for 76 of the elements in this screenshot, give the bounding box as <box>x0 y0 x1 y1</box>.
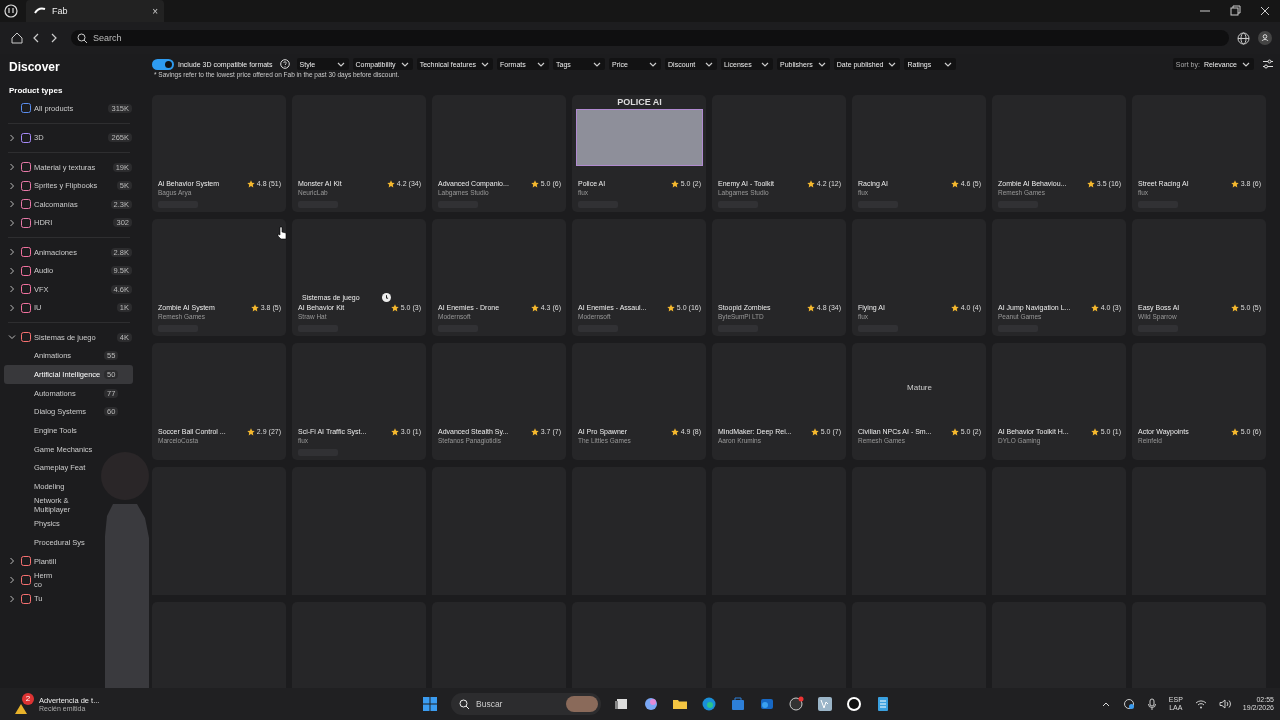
star-icon <box>246 427 255 436</box>
star-icon <box>806 303 815 312</box>
star-icon <box>390 303 399 312</box>
search-icon <box>77 33 88 44</box>
star-icon <box>530 303 539 312</box>
image-caption: POLICE AI <box>617 96 662 107</box>
star-icon <box>1090 427 1099 436</box>
app-logo-icon[interactable] <box>4 4 18 18</box>
tab-title: Fab <box>52 6 69 16</box>
chevron-down-icon <box>760 60 771 68</box>
info-icon <box>381 293 391 302</box>
star-icon <box>950 303 959 312</box>
toggle-switch[interactable] <box>152 58 174 70</box>
star-icon <box>1086 179 1095 188</box>
chevron-down-icon <box>536 60 547 68</box>
notepad-icon[interactable] <box>875 696 891 712</box>
star-icon <box>530 179 539 188</box>
chevron-down-icon <box>704 60 715 68</box>
search-icon <box>459 698 470 710</box>
star-icon <box>1090 303 1099 312</box>
chevron-down-icon <box>816 60 827 68</box>
user-icon[interactable] <box>1258 31 1272 45</box>
star-icon <box>950 427 959 436</box>
copilot-icon[interactable] <box>643 696 659 712</box>
windows-start-icon[interactable] <box>422 696 438 712</box>
chevron-down-icon <box>887 60 898 68</box>
search-highlight-picture <box>566 696 598 712</box>
chevron-down-icon <box>399 60 410 68</box>
chevron-down-icon <box>1241 60 1251 68</box>
editor-icon[interactable] <box>817 696 833 712</box>
star-icon <box>246 179 255 188</box>
forward-icon[interactable] <box>49 32 59 44</box>
star-icon <box>530 427 539 436</box>
star-icon <box>810 427 819 436</box>
fab-logo-icon <box>34 7 46 15</box>
task-view-icon[interactable] <box>614 696 630 712</box>
browser-icon[interactable] <box>701 696 717 712</box>
warning-icon <box>14 703 28 715</box>
cloud-icon[interactable] <box>1122 698 1135 710</box>
sliders-icon[interactable] <box>1262 58 1274 70</box>
notification-badge: 2 <box>22 693 34 705</box>
close-icon[interactable]: × <box>152 5 158 17</box>
back-icon[interactable] <box>31 32 41 44</box>
star-icon <box>386 179 395 188</box>
mail-icon[interactable] <box>759 696 775 712</box>
app-icon[interactable] <box>788 696 804 712</box>
star-icon <box>390 427 399 436</box>
star-icon <box>806 179 815 188</box>
chevron-down-icon <box>335 60 346 68</box>
star-icon <box>950 179 959 188</box>
chevron-up-icon[interactable] <box>1100 700 1111 708</box>
microphone-icon[interactable] <box>1146 698 1157 710</box>
search-field[interactable]: Search <box>71 30 1229 46</box>
globe-icon[interactable] <box>1237 31 1250 45</box>
page-title: Discover <box>8 59 61 76</box>
star-icon <box>670 179 679 188</box>
star-icon <box>670 427 679 436</box>
help-icon[interactable] <box>279 59 290 69</box>
star-icon <box>1230 179 1239 188</box>
section-heading: Product types <box>8 85 64 97</box>
chevron-down-icon <box>592 60 603 68</box>
chevron-down-icon <box>943 60 954 68</box>
star-icon <box>666 303 675 312</box>
taskbar-search[interactable]: Buscar <box>451 693 601 715</box>
chevron-down-icon <box>480 60 491 68</box>
content-label: Mature <box>907 383 932 392</box>
star-icon <box>1230 303 1239 312</box>
speaker-icon[interactable] <box>1218 699 1231 709</box>
store-icon[interactable] <box>730 696 746 712</box>
browser-tab[interactable]: Fab × <box>26 0 164 22</box>
pointer-cursor-icon <box>277 226 287 240</box>
star-icon <box>250 303 259 312</box>
wifi-icon[interactable] <box>1194 699 1207 709</box>
chevron-down-icon <box>648 60 659 68</box>
star-icon <box>1230 427 1239 436</box>
home-icon[interactable] <box>11 32 23 44</box>
